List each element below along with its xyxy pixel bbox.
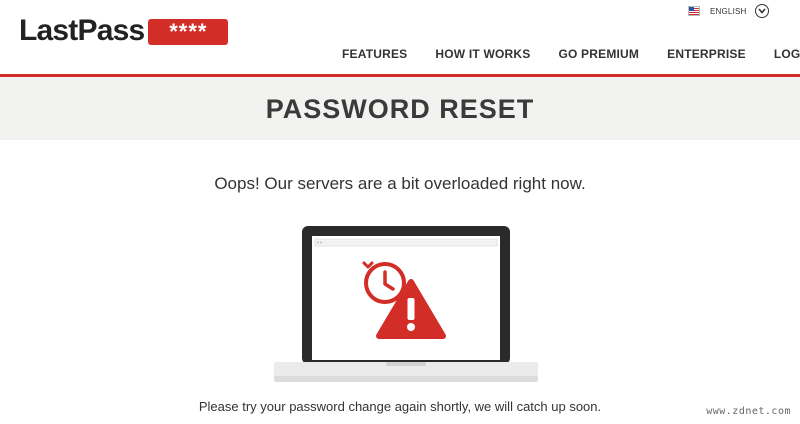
retry-message: Please try your password change again sh… [198,399,602,414]
nav-how-it-works[interactable]: HOW IT WORKS [435,47,530,61]
laptop-icon [274,226,538,382]
title-band: PASSWORD RESET [0,77,800,140]
error-message: Oops! Our servers are a bit overloaded r… [214,174,586,193]
nav-log-in[interactable]: LOG IN [774,47,800,61]
lastpass-logo[interactable]: LastPass **** [19,14,229,48]
language-label: ENGLISH [710,6,747,16]
watermark: www.zdnet.com [706,406,791,417]
language-selector[interactable]: ENGLISH [688,2,769,20]
site-header: LastPass **** ENGLISH FEATURES HOW IT WO… [0,0,800,74]
logo-text: LastPass [19,14,145,47]
nav-enterprise[interactable]: ENTERPRISE [667,47,746,61]
chevron-down-icon[interactable] [754,4,769,18]
logo-stars-badge: **** [148,19,229,45]
nav-features[interactable]: FEATURES [342,47,407,61]
us-flag-icon [688,6,700,16]
main-nav: FEATURES HOW IT WORKS GO PREMIUM ENTERPR… [342,47,800,61]
page-title: PASSWORD RESET [265,94,535,124]
nav-go-premium[interactable]: GO PREMIUM [558,47,639,61]
